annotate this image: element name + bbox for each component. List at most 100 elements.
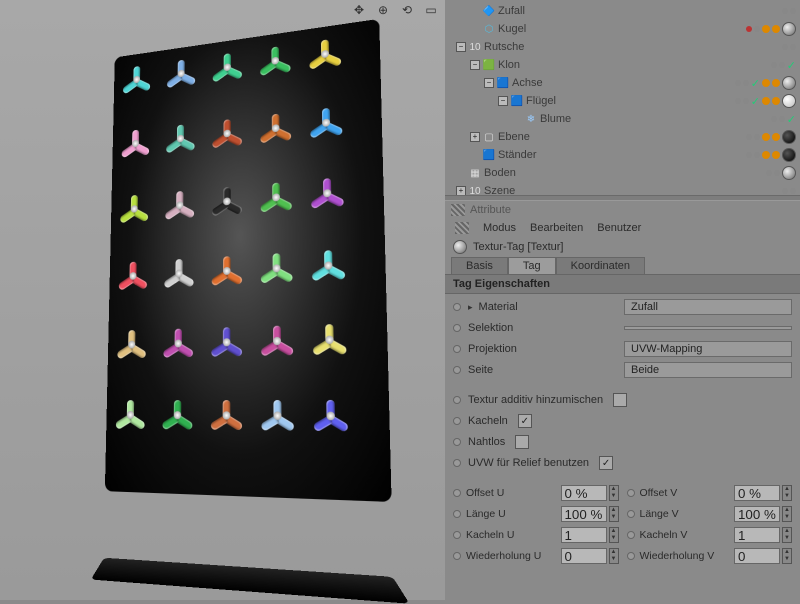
tree-row[interactable]: ⬡Kugel [449,20,796,38]
visibility-dot[interactable] [746,134,752,140]
visibility-dot[interactable] [771,116,777,122]
checkbox[interactable] [515,435,529,449]
num-input[interactable] [734,548,780,564]
anim-dot[interactable] [453,510,461,518]
visibility-dot[interactable] [754,134,760,140]
object-manager[interactable]: 🔷Zufall⬡Kugel−10Rutsche−🟩Klon✓−🟦Achse✓−🟦… [445,0,800,195]
object-name[interactable]: Ebene [498,131,530,143]
tree-row[interactable]: −🟩Klon✓ [449,56,796,74]
object-name[interactable]: Boden [484,167,516,179]
anim-dot[interactable] [627,531,635,539]
spinner[interactable]: ▲▼ [609,506,619,522]
visibility-dot[interactable] [779,62,785,68]
tree-row[interactable]: −🟦Flügel✓ [449,92,796,110]
visibility-dot[interactable] [746,152,752,158]
object-name[interactable]: Achse [512,77,543,89]
visibility-dot[interactable] [782,8,788,14]
material-tag-icon[interactable] [782,148,796,162]
tree-row[interactable]: +▢Ebene [449,128,796,146]
object-name[interactable]: Zufall [498,5,525,17]
expand-icon[interactable]: − [498,96,508,106]
tag-dot[interactable] [762,97,770,105]
visibility-dot[interactable] [743,80,749,86]
menu-benutzer[interactable]: Benutzer [597,222,641,234]
viewport-3d[interactable]: ✥ ⊕ ⟲ ▭ [0,0,445,600]
anim-dot[interactable] [453,324,461,332]
num-input[interactable] [734,485,780,501]
object-name[interactable]: Blume [540,113,571,125]
spinner[interactable]: ▲▼ [782,527,792,543]
expand-icon[interactable]: + [456,186,466,195]
anim-dot[interactable] [453,417,461,425]
tree-row[interactable]: +10Szene [449,182,796,195]
num-input[interactable] [734,506,780,522]
visibility-dot[interactable] [790,44,796,50]
tree-row[interactable]: 🔷Zufall [449,2,796,20]
tree-row[interactable]: −🟦Achse✓ [449,74,796,92]
material-tag-icon[interactable] [782,130,796,144]
visibility-dot[interactable] [754,152,760,158]
checkbox[interactable]: ✓ [599,456,613,470]
expand-icon[interactable]: − [456,42,466,52]
num-input[interactable] [561,506,607,522]
menu-modus[interactable]: Modus [483,222,516,234]
tag-dot[interactable] [772,97,780,105]
visibility-dot[interactable] [746,26,752,32]
tab-basis[interactable]: Basis [451,257,508,274]
visibility-dot[interactable] [743,98,749,104]
expand-icon[interactable]: − [484,78,494,88]
menu-bearbeiten[interactable]: Bearbeiten [530,222,583,234]
visibility-dot[interactable] [782,44,788,50]
expand-icon[interactable]: − [470,60,480,70]
object-name[interactable]: Flügel [526,95,556,107]
tree-row[interactable]: ▦Boden [449,164,796,182]
spinner[interactable]: ▲▼ [609,485,619,501]
num-input[interactable] [561,485,607,501]
object-name[interactable]: Ständer [498,149,537,161]
anim-dot[interactable] [453,345,461,353]
frame-icon[interactable]: ▭ [423,2,439,18]
anim-dot[interactable] [453,459,461,467]
tab-koordinaten[interactable]: Koordinaten [556,257,645,274]
anim-dot[interactable] [627,552,635,560]
spinner[interactable]: ▲▼ [782,506,792,522]
check-icon[interactable]: ✓ [787,59,796,72]
spinner[interactable]: ▲▼ [782,485,792,501]
zoom-icon[interactable]: ⊕ [375,2,391,18]
grip-icon[interactable] [455,222,469,234]
num-input[interactable] [561,548,607,564]
anim-dot[interactable] [453,396,461,404]
checkbox[interactable] [613,393,627,407]
expand-icon[interactable]: + [470,132,480,142]
expand-arrow-icon[interactable]: ▸ [468,302,473,313]
check-icon[interactable]: ✓ [751,95,760,108]
visibility-dot[interactable] [735,80,741,86]
spinner[interactable]: ▲▼ [609,527,619,543]
property-value[interactable]: UVW-Mapping [624,341,792,357]
tag-dot[interactable] [772,25,780,33]
tree-row[interactable]: −10Rutsche [449,38,796,56]
rotate-icon[interactable]: ⟲ [399,2,415,18]
anim-dot[interactable] [453,552,461,560]
property-value[interactable] [624,326,792,330]
num-input[interactable] [561,527,607,543]
check-icon[interactable]: ✓ [787,113,796,126]
tag-dot[interactable] [762,151,770,159]
tab-tag[interactable]: Tag [508,257,556,274]
visibility-dot[interactable] [782,188,788,194]
visibility-dot[interactable] [790,8,796,14]
material-tag-icon[interactable] [782,94,796,108]
object-name[interactable]: Kugel [498,23,526,35]
tree-row[interactable]: 🟦Ständer [449,146,796,164]
anim-dot[interactable] [627,510,635,518]
material-tag-icon[interactable] [782,22,796,36]
tag-dot[interactable] [772,133,780,141]
num-input[interactable] [734,527,780,543]
anim-dot[interactable] [453,303,461,311]
anim-dot[interactable] [627,489,635,497]
property-value[interactable]: Beide [624,362,792,378]
anim-dot[interactable] [453,438,461,446]
property-value[interactable]: Zufall [624,299,792,315]
visibility-dot[interactable] [790,188,796,194]
object-name[interactable]: Szene [484,185,515,195]
